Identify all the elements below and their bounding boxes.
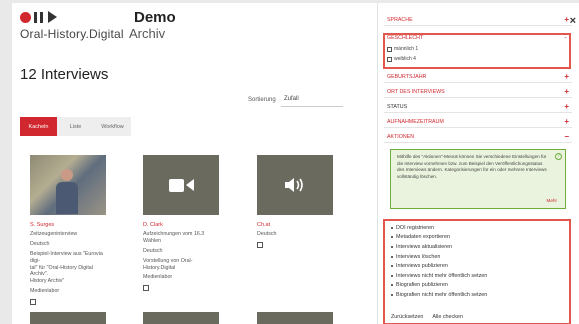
action-item-delete[interactable]: Interviews löschen bbox=[391, 252, 487, 262]
help-text: Mithilfe des "Aktionen"-Menüs können Sie… bbox=[397, 154, 547, 179]
logo-text: Oral-History.Digital bbox=[20, 27, 124, 41]
interview-meta: Deutsch bbox=[30, 240, 50, 247]
facet-sex[interactable]: Geschlecht − bbox=[387, 35, 567, 41]
result-count: 12 Interviews bbox=[20, 66, 109, 83]
help-info-box: ? Mithilfe des "Aktionen"-Menüs können S… bbox=[390, 149, 566, 209]
facet-sidebar: × Sprache + Geschlecht − männlich 1 weib… bbox=[377, 3, 579, 324]
interview-meta: Deutsch bbox=[143, 247, 163, 254]
facet-birth-year[interactable]: Geburtsjahr + bbox=[384, 71, 572, 83]
interview-thumbnail[interactable] bbox=[143, 312, 219, 324]
interview-meta: Medienlabor bbox=[30, 288, 60, 295]
facet-label: Sprache bbox=[387, 16, 413, 23]
select-checkbox[interactable] bbox=[143, 285, 149, 292]
action-item-update[interactable]: Interviews aktualisieren bbox=[391, 242, 487, 252]
option-label: weiblich 4 bbox=[394, 56, 416, 62]
interview-meta: tal" für "Oral-History Digital Archiv". bbox=[30, 264, 93, 278]
interview-card[interactable]: S. Surges Zeitzeugeninterview Deutsch Be… bbox=[30, 155, 106, 305]
person-image bbox=[56, 169, 78, 215]
tab-tiles[interactable]: Kacheln bbox=[20, 117, 57, 136]
action-item-export-metadata[interactable]: Metadaten exportieren bbox=[391, 233, 487, 243]
action-item-unpublish[interactable]: Interviews nicht mehr öffentlich setzen bbox=[391, 271, 487, 281]
interview-thumbnail[interactable] bbox=[30, 312, 106, 324]
interview-title[interactable]: D. Clark bbox=[143, 222, 219, 228]
facet-label: Aktionen bbox=[387, 133, 415, 140]
expand-icon[interactable]: + bbox=[564, 15, 569, 24]
facet-label: Ort des Interviews bbox=[387, 88, 445, 95]
check-all-link[interactable]: Alle checken bbox=[432, 314, 463, 320]
tab-workflow[interactable]: Workflow bbox=[94, 117, 131, 136]
logo-icon bbox=[20, 10, 124, 24]
interview-thumbnail[interactable] bbox=[257, 155, 333, 215]
more-link[interactable]: Mehr bbox=[547, 198, 557, 205]
interview-meta: Zeitzeugeninterview bbox=[30, 231, 78, 237]
collapse-icon[interactable]: − bbox=[564, 132, 569, 141]
action-item-unpublish-bio[interactable]: Biografien nicht mehr öffentlich setzen bbox=[391, 290, 487, 300]
sort-label: Sortierung bbox=[248, 97, 276, 103]
interview-card[interactable]: D. Clark Aufzeichnungen vom 16.3 Wählen … bbox=[143, 155, 219, 292]
facet-language[interactable]: Sprache + bbox=[384, 14, 572, 26]
expand-icon[interactable]: + bbox=[564, 117, 569, 126]
option-checkbox[interactable] bbox=[387, 46, 392, 52]
action-list: DOI registrieren Metadaten exportieren I… bbox=[391, 223, 487, 300]
interview-meta: Medienlabor bbox=[143, 274, 173, 281]
facet-recording-period[interactable]: Aufnahmezeitraum + bbox=[384, 116, 572, 128]
interview-meta: Aufzeichnungen vom 16.3 Wählen bbox=[143, 231, 205, 244]
facet-label: Geschlecht bbox=[387, 35, 424, 41]
project-subtitle: Archiv bbox=[129, 26, 166, 41]
interview-thumbnail[interactable] bbox=[143, 155, 219, 215]
action-footer: Zurücksetzen Alle checken bbox=[391, 314, 463, 320]
video-camera-icon bbox=[168, 178, 184, 192]
collapse-icon[interactable]: − bbox=[564, 35, 567, 41]
logo[interactable]: Oral-History.Digital bbox=[20, 10, 124, 41]
interview-meta: Vorstellung von Oral-History.Digital bbox=[143, 257, 193, 271]
video-camera-lens-icon bbox=[185, 179, 194, 191]
interview-title[interactable]: S. Surges bbox=[30, 222, 106, 228]
facet-label: Geburtsjahr bbox=[387, 73, 427, 80]
facet-option[interactable]: weiblich 4 bbox=[387, 56, 416, 62]
project-title: Demo bbox=[134, 9, 176, 26]
interview-card[interactable]: Ch.at Deutsch bbox=[257, 155, 333, 248]
option-checkbox[interactable] bbox=[387, 56, 392, 62]
action-item-doi[interactable]: DOI registrieren bbox=[391, 223, 487, 233]
reset-link[interactable]: Zurücksetzen bbox=[391, 314, 423, 320]
interview-meta: Deutsch bbox=[257, 231, 277, 237]
action-item-publish[interactable]: Interviews publizieren bbox=[391, 261, 487, 271]
action-item-publish-bio[interactable]: Biografien publizieren bbox=[391, 281, 487, 291]
sort-select[interactable]: Zufall bbox=[281, 93, 343, 107]
help-icon[interactable]: ? bbox=[555, 153, 562, 160]
expand-icon[interactable]: + bbox=[564, 102, 569, 111]
interview-title[interactable]: Ch.at bbox=[257, 222, 333, 228]
expand-icon[interactable]: + bbox=[564, 72, 569, 81]
interview-thumbnail[interactable] bbox=[257, 312, 333, 324]
facet-actions[interactable]: Aktionen − bbox=[384, 131, 572, 143]
expand-icon[interactable]: + bbox=[564, 87, 569, 96]
facet-status[interactable]: Status + bbox=[384, 101, 572, 113]
facet-label: Status bbox=[387, 103, 408, 110]
select-checkbox[interactable] bbox=[257, 241, 263, 248]
audio-speaker-icon bbox=[285, 178, 303, 192]
select-checkbox[interactable] bbox=[30, 299, 36, 305]
tab-list[interactable]: Liste bbox=[57, 117, 94, 136]
view-tabs: Kacheln Liste Workflow bbox=[20, 117, 131, 136]
facet-label: Aufnahmezeitraum bbox=[387, 118, 444, 125]
facet-interview-place[interactable]: Ort des Interviews + bbox=[384, 86, 572, 98]
interview-meta: Beispiel-Interview aus "Eurovia digi- bbox=[30, 250, 103, 264]
interview-meta: History Archiv" bbox=[30, 278, 65, 285]
option-label: männlich 1 bbox=[394, 46, 419, 52]
interview-thumbnail[interactable] bbox=[30, 155, 106, 215]
facet-option[interactable]: männlich 1 bbox=[387, 46, 418, 52]
